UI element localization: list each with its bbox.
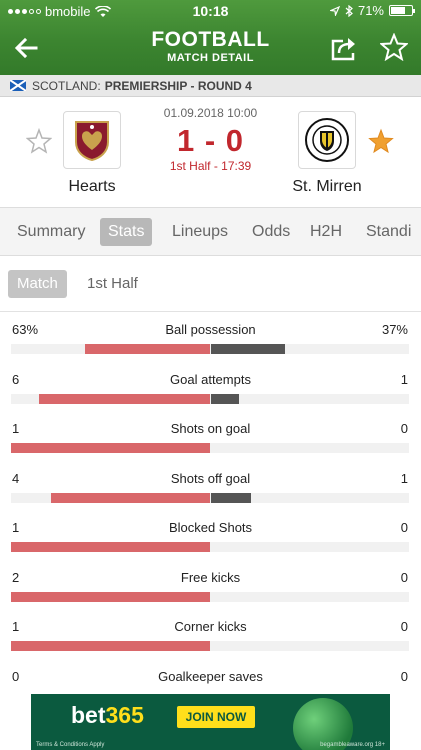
- stat-bar-home: [11, 542, 210, 552]
- stat-row: 1 Blocked Shots 0: [0, 510, 421, 560]
- stat-row: 2 Free kicks 0: [0, 560, 421, 610]
- stat-bar: [11, 492, 409, 503]
- ad-brand-logo: bet365: [71, 702, 144, 728]
- stat-row: 1 Corner kicks 0: [0, 609, 421, 659]
- stat-bar-home: [85, 344, 210, 354]
- ad-join-button[interactable]: JOIN NOW: [177, 706, 255, 728]
- match-datetime: 01.09.2018 10:00: [163, 106, 258, 120]
- stat-away-value: 0: [400, 619, 408, 634]
- tab-h2h[interactable]: H2H: [302, 218, 350, 246]
- stat-away-value: 1: [400, 470, 408, 486]
- scotland-flag-icon: [10, 80, 26, 91]
- subtab-1st-half[interactable]: 1st Half: [78, 270, 147, 298]
- stat-away-value: 37%: [381, 322, 408, 337]
- stat-label: Shots off goal: [170, 470, 251, 486]
- detail-tabs: Summary Stats Lineups Odds H2H Standi: [0, 208, 421, 256]
- stat-label: Corner kicks: [174, 619, 247, 634]
- stat-bar: [11, 641, 409, 651]
- stat-row: 6 Goal attempts 1: [0, 362, 421, 412]
- stat-away-value: 0: [400, 668, 408, 684]
- stat-away-value: 1: [400, 371, 408, 387]
- stat-bar: [11, 542, 409, 552]
- stat-label: Free kicks: [180, 569, 241, 585]
- stat-away-value: 0: [400, 569, 408, 585]
- league-bar[interactable]: SCOTLAND: PREMIERSHIP - ROUND 4: [0, 75, 421, 97]
- away-team-name[interactable]: St. Mirren: [267, 178, 387, 196]
- stat-label: Blocked Shots: [168, 520, 253, 535]
- battery-percent: 71%: [357, 3, 384, 18]
- stat-label: Ball possession: [165, 322, 256, 337]
- stat-away-value: 0: [400, 520, 408, 535]
- bluetooth-icon: [345, 4, 353, 17]
- favorite-star-icon[interactable]: [380, 33, 408, 61]
- tab-odds[interactable]: Odds: [244, 218, 298, 246]
- stat-away-value: 0: [400, 421, 408, 436]
- home-team-name[interactable]: Hearts: [32, 178, 152, 196]
- tab-stats[interactable]: Stats: [100, 218, 153, 246]
- status-right: 71%: [329, 3, 415, 18]
- subtab-match[interactable]: Match: [8, 270, 67, 298]
- away-favorite-star-icon[interactable]: [368, 128, 394, 154]
- stat-bar-home: [11, 641, 210, 651]
- stat-bar: [11, 393, 409, 404]
- ad-gamble-aware-text: begambleaware.org 18+: [320, 742, 385, 748]
- ad-banner[interactable]: bet365 JOIN NOW Terms & Conditions Apply…: [31, 694, 390, 750]
- period-tabs: Match 1st Half: [0, 256, 421, 312]
- tab-lineups[interactable]: Lineups: [164, 218, 236, 246]
- st-mirren-crest-icon: [305, 118, 349, 162]
- stat-bar: [11, 443, 409, 453]
- status-bar: bmobile 10:18 71%: [0, 0, 421, 22]
- stat-bar-away: [211, 344, 285, 354]
- stat-bar: [11, 344, 409, 354]
- battery-icon: [389, 5, 415, 16]
- stat-bar-home: [51, 492, 210, 503]
- match-score: 1 - 0: [176, 123, 245, 158]
- stat-label: Goal attempts: [170, 371, 251, 387]
- stat-bar-home: [11, 591, 210, 602]
- league-country: SCOTLAND:: [32, 78, 101, 93]
- location-arrow-icon: [329, 5, 340, 16]
- league-name: PREMIERSHIP - ROUND 4: [104, 78, 252, 93]
- stat-label: Goalkeeper saves: [158, 668, 263, 684]
- away-team-logo[interactable]: [298, 111, 356, 169]
- app-header: bmobile 10:18 71% FOOTBALL MATCH DETAIL: [0, 0, 421, 75]
- stat-bar-away: [211, 492, 251, 503]
- stat-bar-home: [11, 443, 210, 453]
- stat-bar-home: [39, 393, 210, 404]
- tab-summary[interactable]: Summary: [9, 218, 93, 246]
- ad-terms-text: Terms & Conditions Apply: [36, 742, 105, 748]
- share-icon[interactable]: [330, 35, 358, 61]
- stat-row: 1 Shots on goal 0: [0, 411, 421, 461]
- stat-label: Shots on goal: [170, 421, 251, 436]
- match-header: Hearts 01.09.2018 10:00 1 - 0 1st Half -…: [0, 97, 421, 208]
- stat-bar: [11, 591, 409, 602]
- stat-row: 4 Shots off goal 1: [0, 461, 421, 511]
- tab-standings[interactable]: Standi: [358, 218, 419, 246]
- stat-bar-away: [211, 393, 239, 404]
- stat-row: 63% Ball possession 37%: [0, 312, 421, 362]
- match-status: 1st Half - 17:39: [169, 159, 252, 173]
